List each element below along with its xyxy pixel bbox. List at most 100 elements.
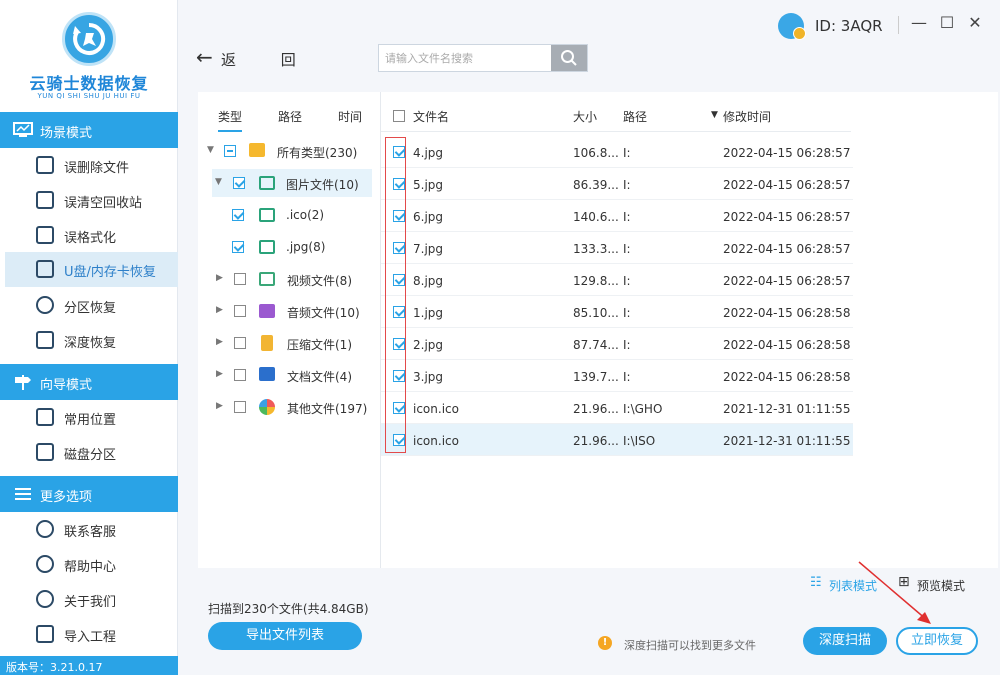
column-header-mtime[interactable]: 修改时间 [723,108,771,125]
checkbox[interactable] [234,305,246,317]
tree-node-images[interactable]: ▼ 图片文件(10) [212,169,372,197]
tree-node-video[interactable]: ▶ 视频文件(8) [200,265,372,293]
file-path: I: [623,178,631,192]
column-header-size[interactable]: 大小 [573,108,597,125]
minimize-icon[interactable]: — [910,14,928,32]
export-list-button[interactable]: 导出文件列表 [208,622,362,650]
tree-node-all[interactable]: ▼ 所有类型(230) [200,137,372,165]
table-row[interactable]: 3.jpg 139.7... I: 2022-04-15 06:28:58 [381,360,853,392]
search-button[interactable] [551,45,587,71]
table-row[interactable]: icon.ico 21.96... I:\GHO 2021-12-31 01:11:5… [381,392,853,424]
file-delete-icon [36,156,54,174]
close-icon[interactable]: ✕ [966,14,984,32]
sidebar-item-about[interactable]: 关于我们 [0,582,178,617]
caret-right-icon[interactable]: ▶ [216,305,223,315]
sidebar-item-contact[interactable]: 联系客服 [0,512,178,547]
sidebar-item-deleted-files[interactable]: 误删除文件 [0,148,178,183]
sidebar-item-help[interactable]: 帮助中心 [0,547,178,582]
tree-node-jpg[interactable]: .jpg(8) [200,233,372,261]
back-label: 返 回 [221,51,316,69]
checkbox[interactable] [232,241,244,253]
file-mtime: 2022-04-15 06:28:58 [723,338,851,352]
tree-node-other[interactable]: ▶ 其他文件(197) [200,393,372,421]
section-more-options: 更多选项 [0,476,178,512]
tree-node-documents[interactable]: ▶ 文档文件(4) [200,361,372,389]
image-icon [259,240,275,254]
tree-node-audio[interactable]: ▶ 音频文件(10) [200,297,372,325]
caret-right-icon[interactable]: ▶ [216,273,223,283]
sidebar-item-format[interactable]: 误格式化 [0,218,178,253]
warning-icon: ! [598,636,612,650]
menu-icon [15,488,31,500]
monitor-icon [13,122,33,137]
tab-path[interactable]: 路径 [278,108,302,125]
sidebar-item-common-locations[interactable]: 常用位置 [0,400,178,435]
sidebar-item-partition[interactable]: 分区恢复 [0,288,178,323]
file-size: 21.96... [573,402,619,416]
table-row[interactable]: 1.jpg 85.10... I: 2022-04-15 06:28:58 [381,296,853,328]
table-row[interactable]: 7.jpg 133.3... I: 2022-04-15 06:28:57 [381,232,853,264]
table-row[interactable]: icon.ico 21.96... I:\ISO 2021-12-31 01:11:5… [381,424,853,456]
tree-node-label: 压缩文件(1) [287,338,352,352]
tab-type[interactable]: 类型 [218,108,243,132]
file-name: icon.ico [413,434,459,448]
checkbox[interactable] [224,145,236,157]
tab-time[interactable]: 时间 [338,108,362,125]
tree-node-label: .ico(2) [286,208,325,222]
image-icon [259,208,275,222]
select-all-checkbox[interactable] [393,110,405,122]
checkbox[interactable] [233,177,245,189]
file-list-header: 文件名 大小 路径 ▼ 修改时间 [381,100,851,132]
file-name: 1.jpg [413,306,444,320]
checkbox[interactable] [232,209,244,221]
annotation-arrow-icon [858,561,931,624]
checkbox[interactable] [234,401,246,413]
sidebar-item-label: 关于我们 [64,595,117,610]
file-size: 21.96... [573,434,619,448]
checkbox[interactable] [234,337,246,349]
sidebar-item-recycle-bin[interactable]: 误清空回收站 [0,183,178,218]
highlight-box [385,137,406,453]
vip-badge-icon [793,27,806,40]
table-row[interactable]: 2.jpg 87.74... I: 2022-04-15 06:28:58 [381,328,853,360]
recover-now-button[interactable]: 立即恢复 [896,627,978,655]
deep-scan-button[interactable]: 深度扫描 [803,627,887,655]
maximize-icon[interactable]: ☐ [938,14,956,32]
list-icon: ☷ [810,575,822,590]
file-path: I:\ISO [623,434,656,448]
sort-desc-icon[interactable]: ▼ [711,110,718,120]
table-row[interactable]: 5.jpg 86.39... I: 2022-04-15 06:28:57 [381,168,853,200]
caret-right-icon[interactable]: ▶ [216,401,223,411]
file-name: 5.jpg [413,178,444,192]
file-size: 133.3... [573,242,619,256]
file-path: I: [623,274,631,288]
tree-node-label: 音频文件(10) [287,306,360,320]
column-header-path[interactable]: 路径 [623,108,647,125]
table-row[interactable]: 8.jpg 129.8... I: 2022-04-15 06:28:57 [381,264,853,296]
tree-node-ico[interactable]: .ico(2) [200,201,372,229]
caret-right-icon[interactable]: ▶ [216,369,223,379]
tree-node-label: .jpg(8) [286,240,326,254]
caret-right-icon[interactable]: ▶ [216,337,223,347]
tree-tabs: 类型 路径 时间 [198,100,378,132]
section-title: 向导模式 [40,378,93,393]
caret-down-icon[interactable]: ▼ [215,177,222,187]
file-path: I: [623,338,631,352]
sidebar-item-usb-card[interactable]: U盘/内存卡恢复 [5,252,178,287]
table-row[interactable]: 4.jpg 106.8... I: 2022-04-15 06:28:57 [381,136,853,168]
checkbox[interactable] [234,273,246,285]
sidebar-item-deep-recovery[interactable]: 深度恢复 [0,323,178,358]
checkbox[interactable] [234,369,246,381]
section-scene-mode: 场景模式 [0,112,178,148]
tree-node-archive[interactable]: ▶ 压缩文件(1) [200,329,372,357]
column-header-name[interactable]: 文件名 [413,108,449,125]
video-icon [259,272,275,286]
table-row[interactable]: 6.jpg 140.6... I: 2022-04-15 06:28:57 [381,200,853,232]
sidebar-item-import[interactable]: 导入工程 [0,617,178,652]
file-size: 86.39... [573,178,619,192]
file-mtime: 2022-04-15 06:28:58 [723,306,851,320]
search-input[interactable] [379,45,551,71]
caret-down-icon[interactable]: ▼ [207,145,214,155]
import-icon [36,625,54,643]
sidebar-item-disk-partition[interactable]: 磁盘分区 [0,435,178,470]
